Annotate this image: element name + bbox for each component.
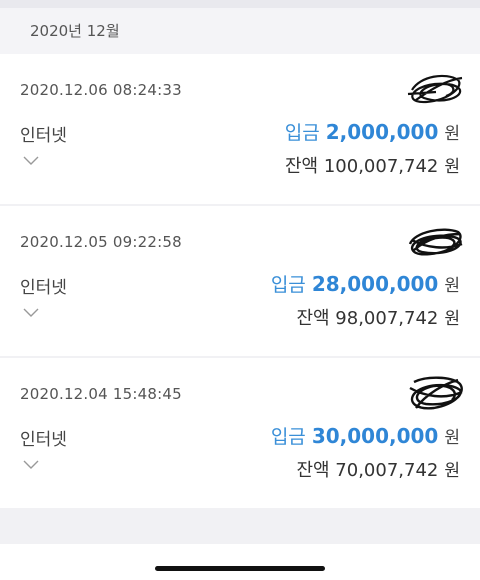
balance-row: 잔액 100,007,742 원	[285, 152, 460, 178]
bottom-safe-area	[0, 544, 480, 580]
transaction-type: 인터넷	[20, 278, 67, 298]
balance-label: 잔액	[296, 308, 330, 329]
balance-row: 잔액 70,007,742 원	[296, 456, 460, 482]
deposit-amount: 2,000,000	[325, 120, 439, 144]
transaction-type: 인터넷	[20, 126, 67, 146]
redaction-scribble	[407, 74, 463, 104]
transaction-datetime: 2020.12.05 09:22:58	[20, 233, 182, 251]
deposit-label: 입금	[270, 426, 306, 448]
month-label: 2020년 12월	[30, 22, 120, 40]
chevron-down-icon[interactable]	[22, 306, 40, 318]
list-footer-spacer	[0, 508, 480, 544]
balance-label: 잔액	[296, 460, 330, 481]
redaction-scribble	[409, 376, 463, 410]
deposit-label: 입금	[284, 122, 320, 144]
currency-unit: 원	[444, 461, 460, 481]
currency-unit: 원	[444, 157, 460, 177]
transaction-card[interactable]: 2020.12.04 15:48:45 인터넷 입금 30,000,000 원 잔…	[0, 358, 480, 508]
chevron-down-icon[interactable]	[22, 154, 40, 166]
deposit-amount: 30,000,000	[311, 424, 439, 448]
balance-amount: 98,007,742	[335, 308, 439, 329]
transaction-datetime: 2020.12.04 15:48:45	[20, 385, 182, 403]
top-strip	[0, 0, 480, 8]
balance-row: 잔액 98,007,742 원	[296, 304, 460, 330]
deposit-row: 입금 2,000,000 원	[285, 118, 460, 145]
chevron-down-icon[interactable]	[22, 458, 40, 470]
deposit-row: 입금 30,000,000 원	[271, 422, 460, 449]
currency-unit: 원	[444, 309, 460, 329]
currency-unit: 원	[444, 124, 460, 144]
deposit-label: 입금	[270, 274, 306, 296]
transaction-card[interactable]: 2020.12.05 09:22:58 인터넷 입금 28,000,000 원 잔…	[0, 206, 480, 356]
transaction-datetime: 2020.12.06 08:24:33	[20, 81, 182, 99]
currency-unit: 원	[444, 276, 460, 296]
month-header: 2020년 12월	[0, 8, 480, 54]
redaction-scribble	[408, 228, 463, 256]
transaction-type: 인터넷	[20, 430, 67, 450]
currency-unit: 원	[444, 428, 460, 448]
balance-label: 잔액	[284, 156, 319, 177]
home-indicator[interactable]	[155, 566, 325, 571]
balance-amount: 100,007,742	[323, 156, 439, 177]
deposit-row: 입금 28,000,000 원	[271, 270, 460, 297]
transaction-card[interactable]: 2020.12.06 08:24:33 인터넷 입금 2,000,000 원 잔액…	[0, 54, 480, 204]
balance-amount: 70,007,742	[335, 460, 439, 481]
deposit-amount: 28,000,000	[311, 272, 439, 296]
